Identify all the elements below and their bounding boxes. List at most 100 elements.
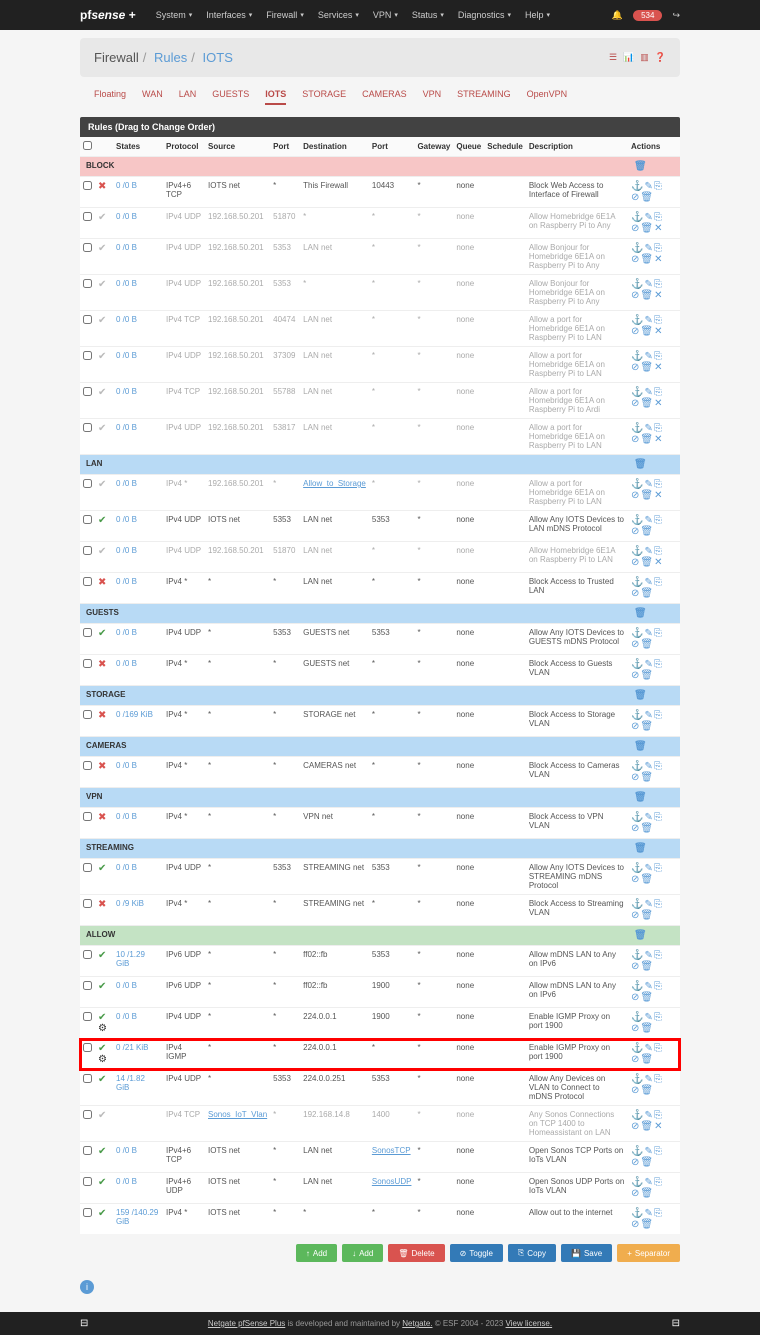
row-checkbox[interactable] (83, 479, 92, 488)
copy-icon[interactable]: ⎘ (654, 1012, 662, 1023)
tab-lan[interactable]: LAN (179, 85, 197, 105)
delete-icon[interactable]: 🗑 (640, 290, 653, 301)
states-link[interactable]: 0 /0 B (116, 1177, 137, 1186)
close-icon[interactable]: ✕ (654, 223, 662, 234)
copy-icon[interactable]: ⎘ (654, 950, 662, 961)
row-checkbox[interactable] (83, 981, 92, 990)
copy-icon[interactable]: ⎘ (654, 243, 662, 254)
copy-icon[interactable]: ⎘ (654, 659, 662, 670)
row-checkbox[interactable] (83, 710, 92, 719)
toggle-button[interactable]: ⊘ Toggle (450, 1244, 503, 1262)
delete-icon[interactable]: 🗑 (640, 1188, 653, 1199)
edit-icon[interactable]: ✎ (644, 577, 652, 588)
edit-icon[interactable]: ✎ (644, 351, 652, 362)
states-link[interactable]: 14 /1.82 GiB (116, 1074, 145, 1092)
row-checkbox[interactable] (83, 863, 92, 872)
alert-count-badge[interactable]: 534 (633, 10, 662, 21)
states-link[interactable]: 0 /0 B (116, 863, 137, 872)
edit-icon[interactable]: ✎ (644, 243, 652, 254)
rule-row[interactable]: ✖0 /9 KiBIPv4 ***STREAMING net**noneBloc… (80, 895, 680, 926)
disable-icon[interactable]: ⊘ (631, 1085, 639, 1096)
copy-icon[interactable]: ⎘ (654, 761, 662, 772)
breadcrumb-iots[interactable]: IOTS (203, 50, 233, 65)
edit-icon[interactable]: ✎ (644, 1074, 652, 1085)
delete-icon[interactable]: 🗑 (640, 874, 653, 885)
edit-icon[interactable]: ✎ (644, 863, 652, 874)
disable-icon[interactable]: ⊘ (631, 223, 639, 234)
select-all-checkbox[interactable] (83, 141, 92, 150)
nav-interfaces[interactable]: Interfaces (206, 10, 252, 20)
delete-icon[interactable]: 🗑 (640, 1023, 653, 1034)
states-link[interactable]: 0 /0 B (116, 212, 137, 221)
delete-section-icon[interactable]: 🗑 (634, 690, 647, 701)
anchor-icon[interactable]: ⚓ (631, 899, 643, 910)
add-top-button[interactable]: ↑ Add (296, 1244, 337, 1262)
book-icon[interactable]: ▥ (640, 52, 649, 63)
disable-icon[interactable]: ⊘ (631, 721, 639, 732)
disable-icon[interactable]: ⊘ (631, 192, 639, 203)
delete-icon[interactable]: 🗑 (640, 526, 653, 537)
edit-icon[interactable]: ✎ (644, 546, 652, 557)
edit-icon[interactable]: ✎ (644, 279, 652, 290)
states-link[interactable]: 0 /9 KiB (116, 899, 144, 908)
delete-button[interactable]: 🗑 Delete (388, 1244, 444, 1262)
disable-icon[interactable]: ⊘ (631, 254, 639, 265)
delete-section-icon[interactable]: 🗑 (634, 792, 647, 803)
row-checkbox[interactable] (83, 812, 92, 821)
anchor-icon[interactable]: ⚓ (631, 628, 643, 639)
copy-icon[interactable]: ⎘ (654, 479, 662, 490)
anchor-icon[interactable]: ⚓ (631, 981, 643, 992)
rule-row[interactable]: ✔0 /0 BIPv4 UDP192.168.50.20151870LAN ne… (80, 542, 680, 573)
disable-icon[interactable]: ⊘ (631, 874, 639, 885)
disable-icon[interactable]: ⊘ (631, 557, 639, 568)
nav-status[interactable]: Status (412, 10, 444, 20)
row-checkbox[interactable] (83, 1012, 92, 1021)
anchor-icon[interactable]: ⚓ (631, 351, 643, 362)
delete-icon[interactable]: 🗑 (640, 1054, 653, 1065)
copy-icon[interactable]: ⎘ (654, 1074, 662, 1085)
help-icon[interactable]: ❓ (655, 52, 666, 63)
delete-icon[interactable]: 🗑 (640, 721, 653, 732)
copy-icon[interactable]: ⎘ (654, 1177, 662, 1188)
states-link[interactable]: 0 /0 B (116, 423, 137, 432)
row-checkbox[interactable] (83, 181, 92, 190)
add-bottom-button[interactable]: ↓ Add (342, 1244, 383, 1262)
edit-icon[interactable]: ✎ (644, 315, 652, 326)
anchor-icon[interactable]: ⚓ (631, 279, 643, 290)
disable-icon[interactable]: ⊘ (631, 1054, 639, 1065)
row-checkbox[interactable] (83, 1110, 92, 1119)
row-checkbox[interactable] (83, 659, 92, 668)
edit-icon[interactable]: ✎ (644, 812, 652, 823)
anchor-icon[interactable]: ⚓ (631, 710, 643, 721)
rule-row[interactable]: ✔IPv4 TCPSonos_IoT_Vlan*192.168.14.81400… (80, 1106, 680, 1142)
states-link[interactable]: 0 /0 B (116, 761, 137, 770)
row-checkbox[interactable] (83, 899, 92, 908)
nav-vpn[interactable]: VPN (373, 10, 398, 20)
states-link[interactable]: 0 /0 B (116, 479, 137, 488)
copy-icon[interactable]: ⎘ (654, 515, 662, 526)
close-icon[interactable]: ✕ (654, 326, 662, 337)
rule-row[interactable]: ✔0 /0 BIPv4 UDP192.168.50.2015353***none… (80, 275, 680, 311)
rule-row[interactable]: ✖0 /0 BIPv4 ***GUESTS net**noneBlock Acc… (80, 655, 680, 686)
anchor-icon[interactable]: ⚓ (631, 1043, 643, 1054)
anchor-icon[interactable]: ⚓ (631, 315, 643, 326)
copy-icon[interactable]: ⎘ (654, 212, 662, 223)
states-link[interactable]: 0 /0 B (116, 387, 137, 396)
disable-icon[interactable]: ⊘ (631, 639, 639, 650)
anchor-icon[interactable]: ⚓ (631, 515, 643, 526)
states-link[interactable]: 0 /0 B (116, 628, 137, 637)
disable-icon[interactable]: ⊘ (631, 823, 639, 834)
edit-icon[interactable]: ✎ (644, 899, 652, 910)
rule-row[interactable]: ✔0 /0 BIPv4 TCP192.168.50.20155788LAN ne… (80, 383, 680, 419)
copy-icon[interactable]: ⎘ (654, 628, 662, 639)
row-checkbox[interactable] (83, 243, 92, 252)
tab-openvpn[interactable]: OpenVPN (527, 85, 568, 105)
edit-icon[interactable]: ✎ (644, 1043, 652, 1054)
copy-icon[interactable]: ⎘ (654, 1146, 662, 1157)
edit-icon[interactable]: ✎ (644, 212, 652, 223)
anchor-icon[interactable]: ⚓ (631, 1012, 643, 1023)
rule-row[interactable]: ✖0 /0 BIPv4 ***LAN net**noneBlock Access… (80, 573, 680, 604)
disable-icon[interactable]: ⊘ (631, 1121, 639, 1132)
save-button[interactable]: 💾 Save (561, 1244, 612, 1262)
row-checkbox[interactable] (83, 515, 92, 524)
